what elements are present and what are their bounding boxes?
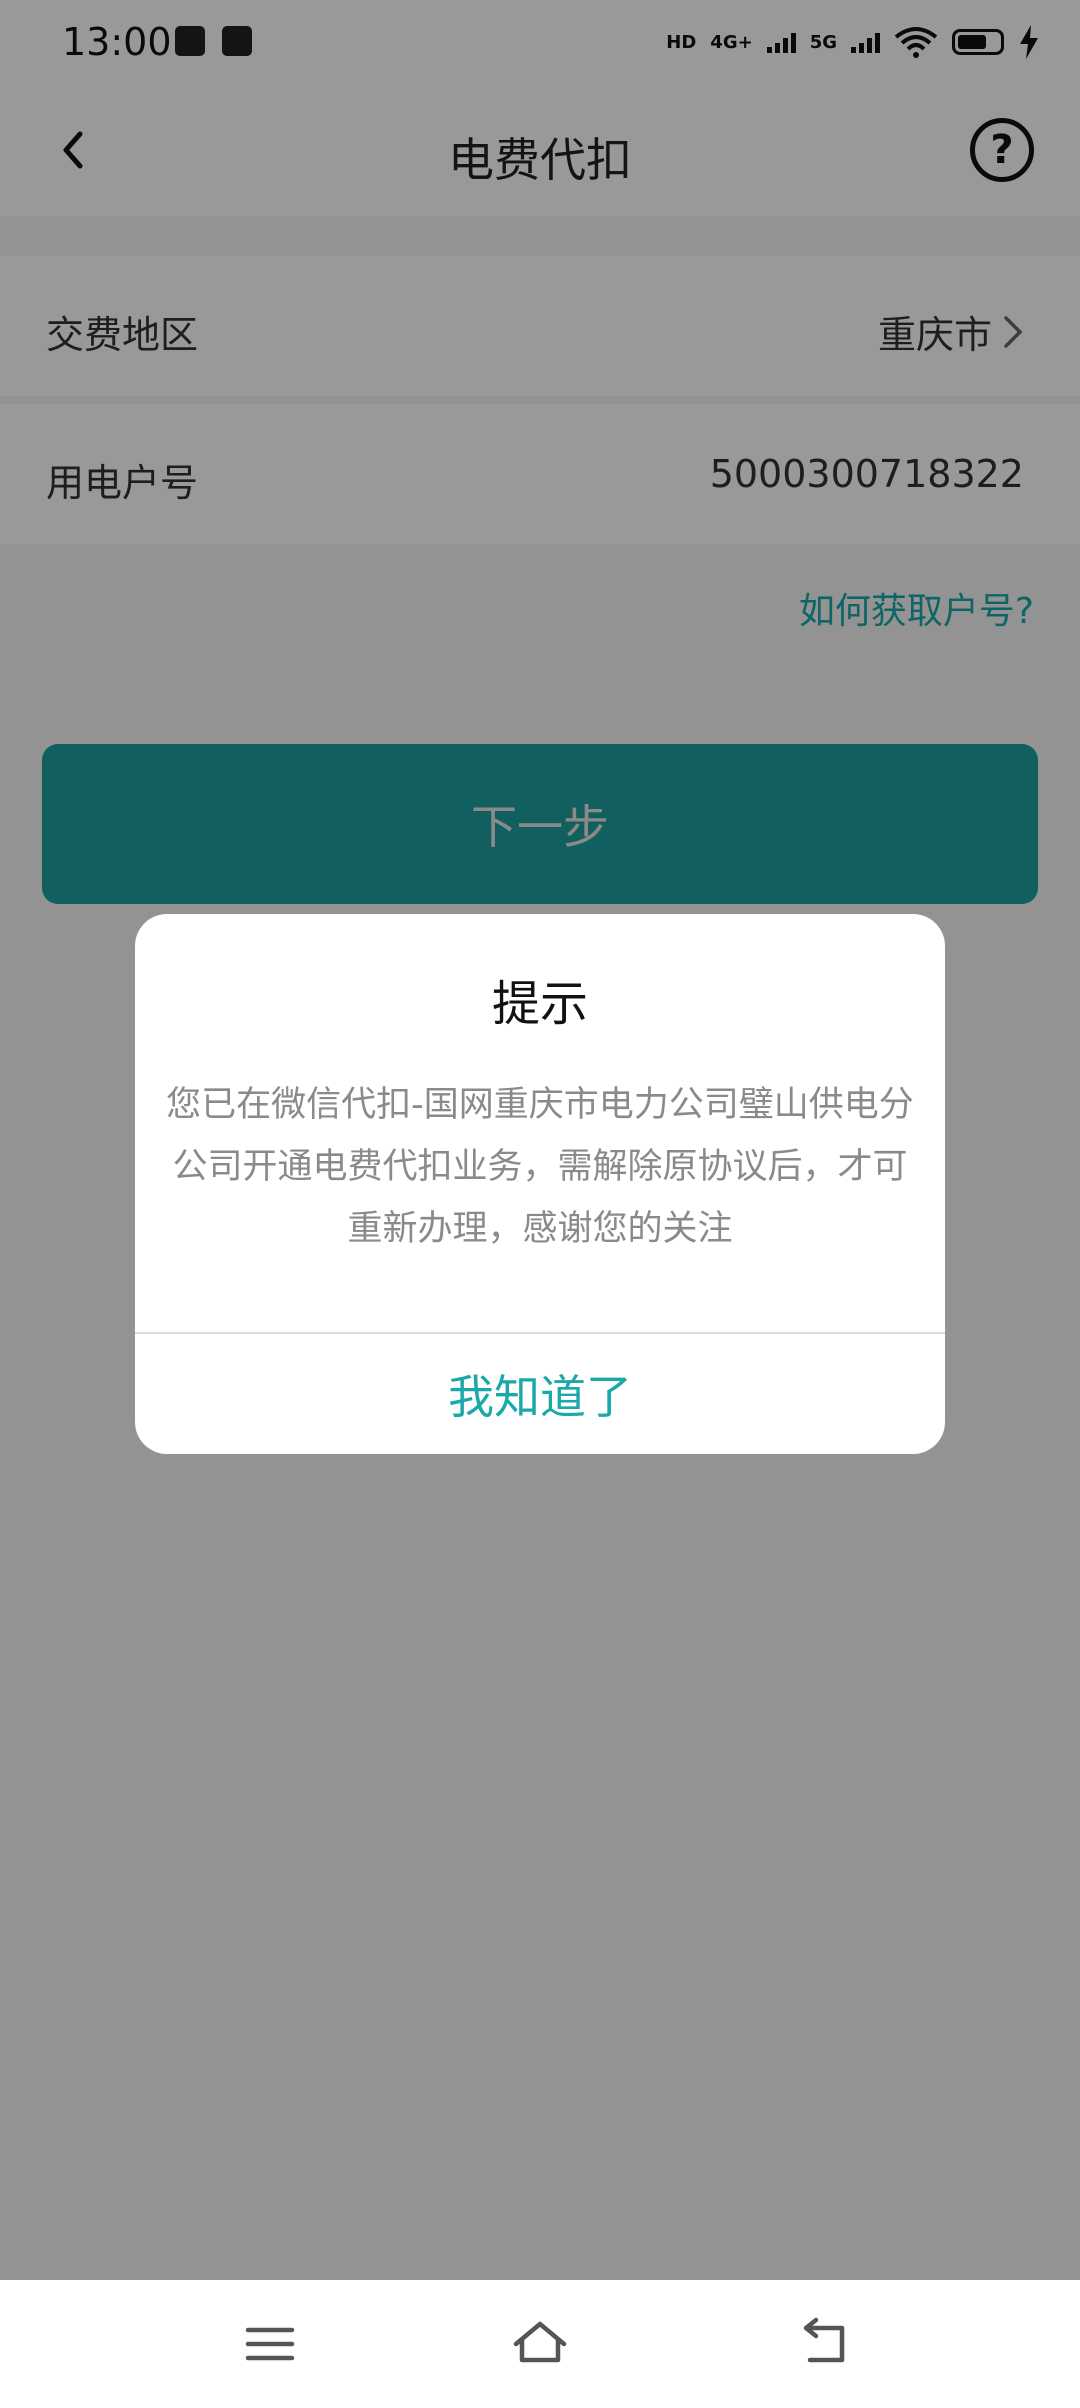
dialog-title: 提示: [491, 976, 588, 1032]
dialog-message: 您已在微信代扣-国网重庆市电力公司璧山供电分公司开通电费代扣业务，需解除原协议后…: [166, 1085, 914, 1249]
menu-icon[interactable]: [240, 2316, 300, 2372]
notice-dialog: 提示 您已在微信代扣-国网重庆市电力公司璧山供电分公司开通电费代扣业务，需解除原…: [135, 914, 945, 1454]
back-icon[interactable]: [796, 2316, 856, 2372]
got-it-button[interactable]: 我知道了: [135, 1334, 945, 1454]
home-icon[interactable]: [510, 2316, 570, 2372]
navigation-bar: [0, 2280, 1080, 2408]
